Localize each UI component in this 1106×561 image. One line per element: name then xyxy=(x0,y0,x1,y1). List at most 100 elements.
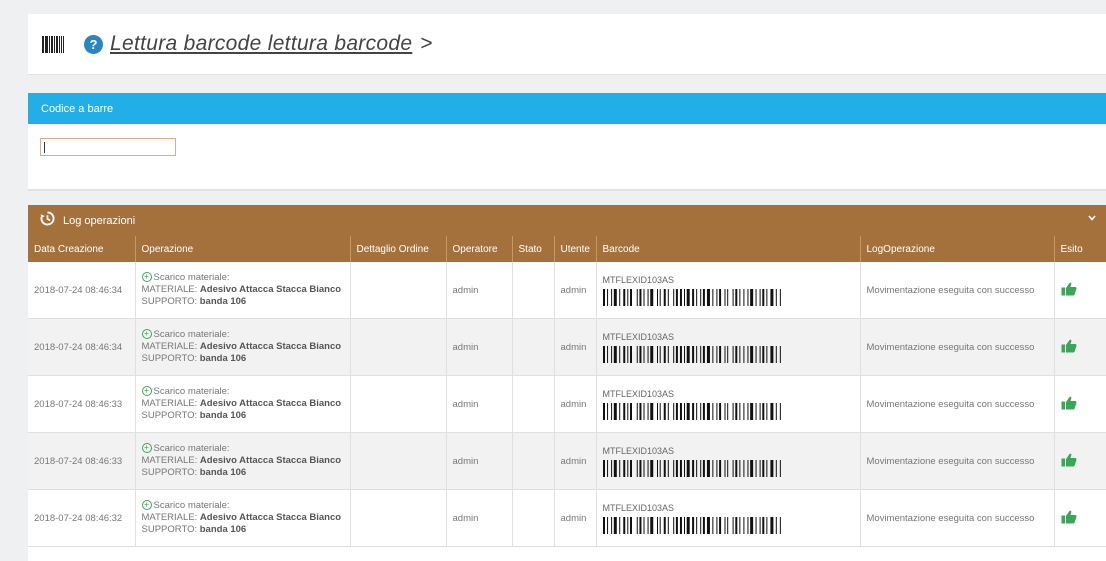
table-row[interactable]: 2018-07-24 08:46:34 + Scarico materiale: MA… xyxy=(28,318,1106,376)
cell-utente: admin xyxy=(553,262,596,319)
barcode-text: MTFLEXID103AS xyxy=(602,388,675,399)
cell-date: 2018-07-24 08:46:32 xyxy=(28,489,135,547)
cell-utente: admin xyxy=(553,489,596,547)
history-icon xyxy=(40,211,55,230)
column-header[interactable]: Utente xyxy=(553,236,596,262)
supporto-label: SUPPORTO: xyxy=(141,353,198,364)
materiale-label: MATERIALE: xyxy=(141,512,198,523)
column-header[interactable]: Esito xyxy=(1053,236,1106,262)
cell-date: 2018-07-24 08:46:33 xyxy=(28,375,135,433)
cell-esito xyxy=(1053,489,1106,547)
table-row[interactable]: 2018-07-24 08:46:34 + Scarico materiale: MA… xyxy=(28,262,1106,319)
log-table: Data Creazione Operazione Dettaglio Ordine… xyxy=(28,236,1106,547)
cell-stato xyxy=(511,489,554,547)
cell-stato xyxy=(511,262,554,319)
cell-esito xyxy=(1053,375,1106,433)
plus-circle-icon: + xyxy=(141,329,152,340)
cell-log-operazione: Movimentazione eseguita con successo xyxy=(859,375,1054,433)
barcode-input[interactable] xyxy=(40,138,176,156)
cell-utente: admin xyxy=(553,375,596,433)
cell-date: 2018-07-24 08:46:34 xyxy=(28,318,135,376)
cell-operatore: admin xyxy=(445,262,512,319)
cell-stato xyxy=(511,375,554,433)
cell-operation: + Scarico materiale: MATERIALE: Adesivo At… xyxy=(134,318,350,376)
barcode-image xyxy=(602,459,781,477)
page-frame: ? Lettura barcode lettura barcode > Codi… xyxy=(28,14,1106,561)
operation-type: Scarico materiale: xyxy=(153,500,230,511)
cell-dettaglio-ordine xyxy=(349,318,446,376)
plus-circle-icon: + xyxy=(141,443,152,454)
barcode-icon xyxy=(42,35,64,53)
materiale-label: MATERIALE: xyxy=(141,284,198,295)
barcode-image xyxy=(602,288,781,306)
breadcrumb-arrow: > xyxy=(420,32,433,55)
log-panel: Log operazioni Data Creazione Operazione D… xyxy=(28,205,1106,561)
supporto-label: SUPPORTO: xyxy=(141,524,198,535)
cell-esito xyxy=(1053,432,1106,490)
cell-dettaglio-ordine xyxy=(349,262,446,319)
operation-type: Scarico materiale: xyxy=(153,272,230,283)
column-header[interactable]: Data Creazione xyxy=(28,236,135,262)
barcode-panel-header: Codice a barre xyxy=(28,93,1106,124)
materiale-value: Adesivo Attacca Stacca Bianco xyxy=(199,455,342,466)
operation-type: Scarico materiale: xyxy=(153,386,230,397)
barcode-panel-title: Codice a barre xyxy=(41,102,114,115)
column-header[interactable]: Dettaglio Ordine xyxy=(349,236,446,262)
supporto-value: banda 106 xyxy=(199,410,247,421)
barcode-text: MTFLEXID103AS xyxy=(602,274,675,285)
materiale-label: MATERIALE: xyxy=(141,341,198,352)
supporto-value: banda 106 xyxy=(199,296,247,307)
thumbs-up-icon xyxy=(1061,339,1101,356)
materiale-value: Adesivo Attacca Stacca Bianco xyxy=(199,512,342,523)
cell-utente: admin xyxy=(553,318,596,376)
cell-log-operazione: Movimentazione eseguita con successo xyxy=(859,432,1054,490)
cell-operatore: admin xyxy=(445,489,512,547)
cell-operatore: admin xyxy=(445,318,512,376)
barcode-image xyxy=(602,345,781,363)
thumbs-up-icon xyxy=(1061,396,1101,413)
materiale-label: MATERIALE: xyxy=(141,398,198,409)
page-header: ? Lettura barcode lettura barcode > xyxy=(28,14,1106,75)
thumbs-up-icon xyxy=(1061,510,1101,527)
cell-esito xyxy=(1053,262,1106,319)
table-header-row: Data Creazione Operazione Dettaglio Ordine… xyxy=(28,236,1106,262)
column-header[interactable]: Operazione xyxy=(134,236,350,262)
help-icon[interactable]: ? xyxy=(84,34,103,54)
text-caret xyxy=(44,142,45,153)
column-header[interactable]: Operatore xyxy=(445,236,512,262)
cell-barcode: MTFLEXID103AS xyxy=(595,375,860,433)
barcode-image xyxy=(602,402,781,420)
operation-type: Scarico materiale: xyxy=(153,443,230,454)
column-header[interactable]: Stato xyxy=(511,236,554,262)
cell-stato xyxy=(511,432,554,490)
cell-barcode: MTFLEXID103AS xyxy=(595,432,860,490)
thumbs-up-icon xyxy=(1061,282,1101,299)
log-panel-title: Log operazioni xyxy=(63,214,136,227)
supporto-label: SUPPORTO: xyxy=(141,296,198,307)
chevron-down-icon[interactable] xyxy=(1088,213,1096,223)
cell-log-operazione: Movimentazione eseguita con successo xyxy=(859,489,1054,547)
materiale-value: Adesivo Attacca Stacca Bianco xyxy=(199,284,342,295)
supporto-value: banda 106 xyxy=(199,467,247,478)
supporto-value: banda 106 xyxy=(199,524,247,535)
plus-circle-icon: + xyxy=(141,272,152,283)
table-row[interactable]: 2018-07-24 08:46:33 + Scarico materiale: MA… xyxy=(28,432,1106,490)
page-title[interactable]: Lettura barcode lettura barcode xyxy=(110,32,412,56)
cell-dettaglio-ordine xyxy=(349,375,446,433)
supporto-value: banda 106 xyxy=(199,353,247,364)
table-row[interactable]: 2018-07-24 08:46:33 + Scarico materiale: MA… xyxy=(28,375,1106,433)
cell-barcode: MTFLEXID103AS xyxy=(595,318,860,376)
cell-operation: + Scarico materiale: MATERIALE: Adesivo At… xyxy=(134,489,350,547)
log-panel-header[interactable]: Log operazioni xyxy=(28,205,1106,236)
table-row[interactable]: 2018-07-24 08:46:32 + Scarico materiale: MA… xyxy=(28,489,1106,547)
table-body: 2018-07-24 08:46:34 + Scarico materiale: MA… xyxy=(28,262,1106,547)
cell-date: 2018-07-24 08:46:33 xyxy=(28,432,135,490)
supporto-label: SUPPORTO: xyxy=(141,467,198,478)
cell-stato xyxy=(511,318,554,376)
column-header[interactable]: LogOperazione xyxy=(859,236,1054,262)
column-header[interactable]: Barcode xyxy=(595,236,860,262)
plus-circle-icon: + xyxy=(141,386,152,397)
cell-esito xyxy=(1053,318,1106,376)
cell-operatore: admin xyxy=(445,375,512,433)
materiale-label: MATERIALE: xyxy=(141,455,198,466)
